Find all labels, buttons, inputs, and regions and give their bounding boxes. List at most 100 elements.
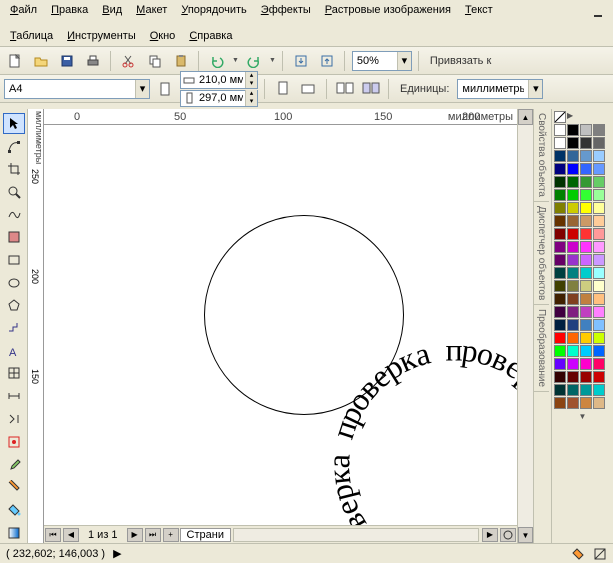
color-swatch[interactable] — [567, 254, 579, 266]
hscroll-track[interactable] — [233, 528, 479, 542]
color-swatch[interactable] — [580, 397, 592, 409]
color-swatch[interactable] — [580, 124, 592, 136]
interactive-tool-icon[interactable] — [3, 431, 25, 452]
vscrollbar[interactable]: ▲ ▼ — [517, 109, 533, 543]
connector-tool-icon[interactable] — [3, 409, 25, 430]
color-swatch[interactable] — [580, 137, 592, 149]
add-page-icon[interactable]: + — [163, 528, 179, 542]
no-outline-icon[interactable] — [593, 547, 607, 561]
navigator-icon[interactable] — [500, 528, 516, 542]
color-swatch[interactable] — [580, 215, 592, 227]
color-swatch[interactable] — [593, 293, 605, 305]
color-swatch[interactable] — [580, 371, 592, 383]
text-on-path[interactable]: проверка проверка проверка проверка пров… — [154, 165, 454, 465]
page-tab[interactable]: Страни — [180, 528, 231, 542]
color-swatch[interactable] — [554, 241, 566, 253]
color-swatch[interactable] — [580, 358, 592, 370]
color-swatch[interactable] — [554, 384, 566, 396]
color-swatch[interactable] — [593, 345, 605, 357]
color-swatch[interactable] — [567, 397, 579, 409]
canvas[interactable]: проверка проверка проверка проверка пров… — [44, 125, 517, 525]
color-swatch[interactable] — [554, 202, 566, 214]
color-swatch[interactable] — [593, 306, 605, 318]
shape-tool-icon[interactable] — [3, 136, 25, 157]
color-swatch[interactable] — [580, 267, 592, 279]
orientation-portrait-icon[interactable] — [154, 78, 176, 100]
color-swatch[interactable] — [593, 241, 605, 253]
page-size-combo[interactable]: ▾ — [4, 79, 150, 99]
menu-help[interactable]: Справка — [183, 28, 238, 44]
eyedropper-tool-icon[interactable] — [3, 454, 25, 475]
table-tool-icon[interactable] — [3, 363, 25, 384]
color-swatch[interactable] — [567, 280, 579, 292]
print-icon[interactable] — [82, 50, 104, 72]
color-swatch[interactable] — [593, 137, 605, 149]
color-swatch[interactable] — [567, 358, 579, 370]
color-swatch[interactable] — [593, 189, 605, 201]
page-facing-icon[interactable] — [360, 78, 382, 100]
color-swatch[interactable] — [580, 345, 592, 357]
color-swatch[interactable] — [593, 332, 605, 344]
menu-arrange[interactable]: Упорядочить — [175, 2, 252, 24]
color-swatch[interactable] — [554, 163, 566, 175]
color-swatch[interactable] — [580, 189, 592, 201]
color-swatch[interactable] — [554, 306, 566, 318]
cut-icon[interactable] — [118, 50, 140, 72]
color-swatch[interactable] — [554, 176, 566, 188]
menu-tools[interactable]: Инструменты — [61, 28, 142, 44]
rectangle-tool-icon[interactable] — [3, 249, 25, 270]
menu-bitmaps[interactable]: Растровые изображения — [319, 2, 457, 24]
landscape-icon[interactable] — [298, 78, 320, 100]
units-combo[interactable]: ▾ — [457, 79, 543, 99]
color-swatch[interactable] — [593, 176, 605, 188]
prev-page-icon[interactable]: ◀ — [63, 528, 79, 542]
color-swatch[interactable] — [593, 202, 605, 214]
color-swatch[interactable] — [567, 176, 579, 188]
color-swatch[interactable] — [567, 267, 579, 279]
color-swatch[interactable] — [567, 228, 579, 240]
color-swatch[interactable] — [593, 397, 605, 409]
export-icon[interactable] — [316, 50, 338, 72]
color-swatch[interactable] — [567, 345, 579, 357]
page-layout-icon[interactable] — [334, 78, 356, 100]
color-swatch[interactable] — [554, 371, 566, 383]
color-swatch[interactable] — [554, 228, 566, 240]
smart-fill-icon[interactable] — [3, 227, 25, 248]
color-swatch[interactable] — [580, 176, 592, 188]
color-swatch[interactable] — [567, 163, 579, 175]
palette-down-icon[interactable]: ▼ — [554, 412, 611, 421]
zoom-combo[interactable]: ▾ — [352, 51, 412, 71]
menu-view[interactable]: Вид — [96, 2, 128, 24]
color-swatch[interactable] — [554, 319, 566, 331]
color-swatch[interactable] — [593, 358, 605, 370]
crop-tool-icon[interactable] — [3, 158, 25, 179]
color-swatch[interactable] — [580, 280, 592, 292]
color-swatch[interactable] — [554, 358, 566, 370]
page-size-input[interactable] — [5, 80, 135, 98]
color-swatch[interactable] — [554, 267, 566, 279]
color-swatch[interactable] — [554, 124, 566, 136]
color-swatch[interactable] — [593, 254, 605, 266]
color-swatch[interactable] — [580, 202, 592, 214]
color-swatch[interactable] — [580, 306, 592, 318]
portrait-icon[interactable] — [272, 78, 294, 100]
next-page-icon[interactable]: ▶ — [127, 528, 143, 542]
menu-text[interactable]: Текст — [459, 2, 499, 24]
color-swatch[interactable] — [567, 241, 579, 253]
color-swatch[interactable] — [580, 319, 592, 331]
color-swatch[interactable] — [580, 254, 592, 266]
color-swatch[interactable] — [580, 332, 592, 344]
menu-table[interactable]: Таблица — [4, 28, 59, 44]
scroll-track[interactable] — [518, 125, 533, 527]
save-icon[interactable] — [56, 50, 78, 72]
color-swatch[interactable] — [593, 228, 605, 240]
color-swatch[interactable] — [554, 345, 566, 357]
color-swatch[interactable] — [554, 332, 566, 344]
no-fill-swatch[interactable] — [554, 111, 566, 123]
chevron-down-icon[interactable]: ▾ — [397, 52, 411, 70]
redo-icon[interactable] — [243, 50, 265, 72]
color-swatch[interactable] — [580, 150, 592, 162]
basic-shapes-icon[interactable] — [3, 318, 25, 339]
color-swatch[interactable] — [567, 189, 579, 201]
interactive-fill-icon[interactable] — [3, 522, 25, 543]
